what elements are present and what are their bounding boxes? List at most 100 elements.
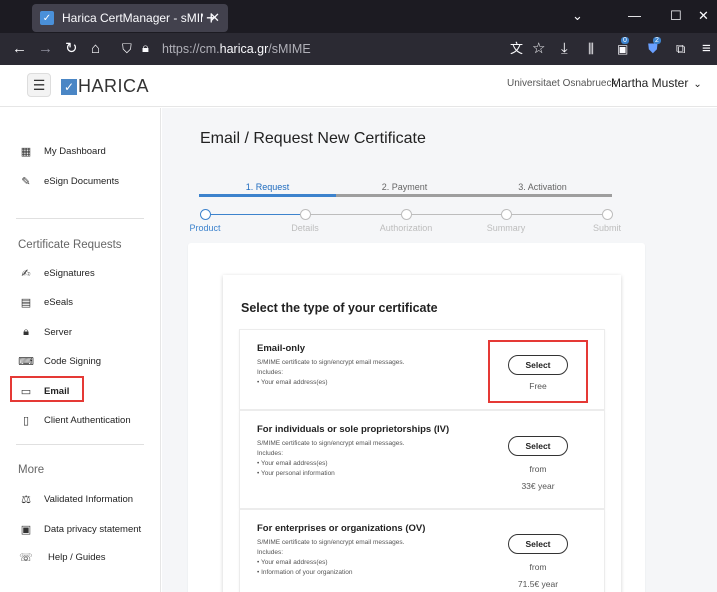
favicon-icon: ✓: [40, 11, 54, 25]
option-desc-line: Includes:: [257, 450, 284, 457]
user-menu[interactable]: Martha Muster ⌄: [611, 76, 702, 90]
option-name: Email-only: [257, 343, 306, 354]
id-badge-icon: ▯: [22, 414, 30, 427]
progress-dot-summary: [501, 209, 512, 220]
terminal-icon: ⌨: [18, 355, 34, 368]
option-price-from: from: [529, 464, 547, 474]
card-title: Select the type of your certificate: [241, 301, 438, 315]
option-price-from: from: [529, 562, 547, 572]
select-button-email-only[interactable]: Select: [508, 355, 568, 375]
forward-icon[interactable]: →: [38, 40, 53, 58]
new-tab-icon[interactable]: +: [206, 8, 217, 29]
step-bar: [336, 194, 612, 197]
privacy-icon: ▣: [20, 523, 32, 536]
sidebar-item-validated-info[interactable]: ⚖ Validated Information: [0, 488, 160, 510]
option-description: S/MIME certificate to sign/encrypt email…: [257, 439, 404, 479]
option-email-only: Email-only S/MIME certificate to sign/en…: [239, 329, 605, 410]
downloads-badge: 0: [621, 37, 629, 44]
sidebar-item-label: Server: [44, 326, 72, 338]
sidebar-item-client-auth[interactable]: ▯ Client Authentication: [0, 409, 160, 431]
minimize-icon[interactable]: —: [628, 8, 641, 23]
sidebar-item-esignatures[interactable]: ✍ eSignatures: [0, 262, 160, 284]
progress-line-active: [206, 214, 306, 215]
logo-check-icon: ✓: [61, 78, 77, 95]
progress-label-summary: Summary: [486, 223, 526, 233]
sidebar-item-privacy[interactable]: ▣ Data privacy statement: [0, 518, 160, 540]
close-window-icon[interactable]: ✕: [698, 8, 709, 24]
organization-name: Universitaet Osnabrueck: [507, 78, 617, 89]
extensions-icon[interactable]: ⧉: [676, 40, 685, 58]
option-name: For enterprises or organizations (OV): [257, 523, 426, 534]
sidebar-item-eseals[interactable]: ▤ eSeals: [0, 291, 160, 313]
option-name: For individuals or sole proprietorships …: [257, 424, 450, 435]
main-content: Email / Request New Certificate 1. Reque…: [162, 108, 717, 592]
option-desc-line: • Your email address(es): [257, 559, 328, 566]
sidebar-item-label: Data privacy statement: [44, 523, 142, 535]
option-desc-line: Includes:: [257, 369, 284, 376]
option-desc-line: S/MIME certificate to sign/encrypt email…: [257, 440, 405, 447]
progress-dot-submit: [602, 209, 613, 220]
page-title: Email / Request New Certificate: [200, 130, 426, 147]
email-highlight-box: [10, 376, 84, 402]
logo-text: HARICA: [78, 76, 150, 96]
browser-tab[interactable]: ✓ Harica CertManager - sMIME ✕: [32, 4, 228, 32]
option-description: S/MIME certificate to sign/encrypt email…: [257, 358, 404, 388]
select-button-individual[interactable]: Select: [508, 436, 568, 456]
shield-icon[interactable]: ⛉: [122, 41, 132, 57]
sidebar-divider: [16, 218, 144, 219]
progress-line: [306, 214, 608, 215]
url-bar[interactable]: ⛉ 🔒︎ https://cm.harica.gr/sMIME: [116, 36, 556, 62]
sidebar-item-label: eSeals: [44, 296, 74, 308]
dashboard-icon: ▦: [20, 145, 32, 158]
harica-logo[interactable]: ✓ HARICA: [61, 76, 149, 97]
sidebar-item-code-signing[interactable]: ⌨ Code Signing: [0, 350, 160, 372]
sidebar-item-label: eSignatures: [44, 267, 95, 279]
sidebar-item-help[interactable]: ☏ Help / Guides: [0, 546, 160, 568]
lock-icon[interactable]: 🔒︎: [142, 40, 149, 56]
option-price: 71.5€ year: [517, 579, 559, 589]
tab-list-icon[interactable]: ⌄: [572, 8, 583, 24]
sidebar-item-label: My Dashboard: [44, 145, 106, 157]
user-name: Martha Muster: [611, 76, 689, 90]
home-icon[interactable]: ⌂: [91, 40, 100, 58]
progress-dot-details: [300, 209, 311, 220]
progress-label-authorization: Authorization: [379, 223, 433, 233]
select-button-enterprise[interactable]: Select: [508, 534, 568, 554]
lock-icon: 🔒︎: [23, 325, 29, 338]
option-desc-line: • Your email address(es): [257, 379, 328, 386]
option-desc-line: S/MIME certificate to sign/encrypt email…: [257, 359, 405, 366]
back-icon[interactable]: ←: [12, 40, 27, 58]
maximize-icon[interactable]: ☐: [670, 8, 682, 24]
step-activation: 3. Activation: [518, 182, 567, 192]
sidebar-item-server[interactable]: 🔒︎ Server: [0, 321, 160, 343]
step-bar-active: [199, 194, 336, 197]
option-desc-line: Includes:: [257, 549, 284, 556]
app-header: ☰ ✓ HARICA Universitaet Osnabrueck Marth…: [0, 65, 717, 107]
translate-icon[interactable]: 文: [510, 40, 523, 58]
sidebar-item-label: Code Signing: [44, 355, 102, 367]
bookmark-star-icon[interactable]: ☆: [532, 40, 545, 58]
sidebar-divider: [16, 444, 144, 445]
sidebar-item-label: Client Authentication: [44, 414, 131, 426]
browser-nav-bar: ← → ↻ ⌂ ⛉ 🔒︎ https://cm.harica.gr/sMIME …: [0, 33, 717, 65]
help-icon: ☏: [19, 551, 33, 564]
url-text[interactable]: https://cm.harica.gr/sMIME: [162, 42, 311, 56]
sidebar: ▦ My Dashboard ✎ eSign Documents Certifi…: [0, 108, 161, 592]
progress-dot-product: [200, 209, 211, 220]
signature-icon: ✍: [21, 267, 31, 280]
certificate-type-card: Select the type of your certificate Emai…: [223, 275, 621, 592]
hamburger-menu-icon[interactable]: ☰: [27, 73, 51, 97]
sidebar-item-esign[interactable]: ✎ eSign Documents: [0, 170, 160, 192]
browser-tab-bar: ✓ Harica CertManager - sMIME ✕ + ⌄ — ☐ ✕: [0, 0, 717, 33]
option-description: S/MIME certificate to sign/encrypt email…: [257, 538, 404, 578]
sidebar-item-dashboard[interactable]: ▦ My Dashboard: [0, 140, 160, 162]
tab-title: Harica CertManager - sMIME: [62, 11, 204, 25]
reload-icon[interactable]: ↻: [65, 40, 78, 58]
progress-label-submit: Submit: [592, 223, 621, 233]
sidebar-item-label: Help / Guides: [48, 551, 106, 563]
esign-icon: ✎: [21, 175, 31, 188]
progress-stepper: Product Details Authorization Summary Su…: [188, 208, 621, 238]
downloads-icon[interactable]: ⤓: [561, 40, 568, 58]
menu-icon[interactable]: ≡: [702, 40, 711, 58]
library-icon[interactable]: ⫼: [588, 40, 594, 58]
